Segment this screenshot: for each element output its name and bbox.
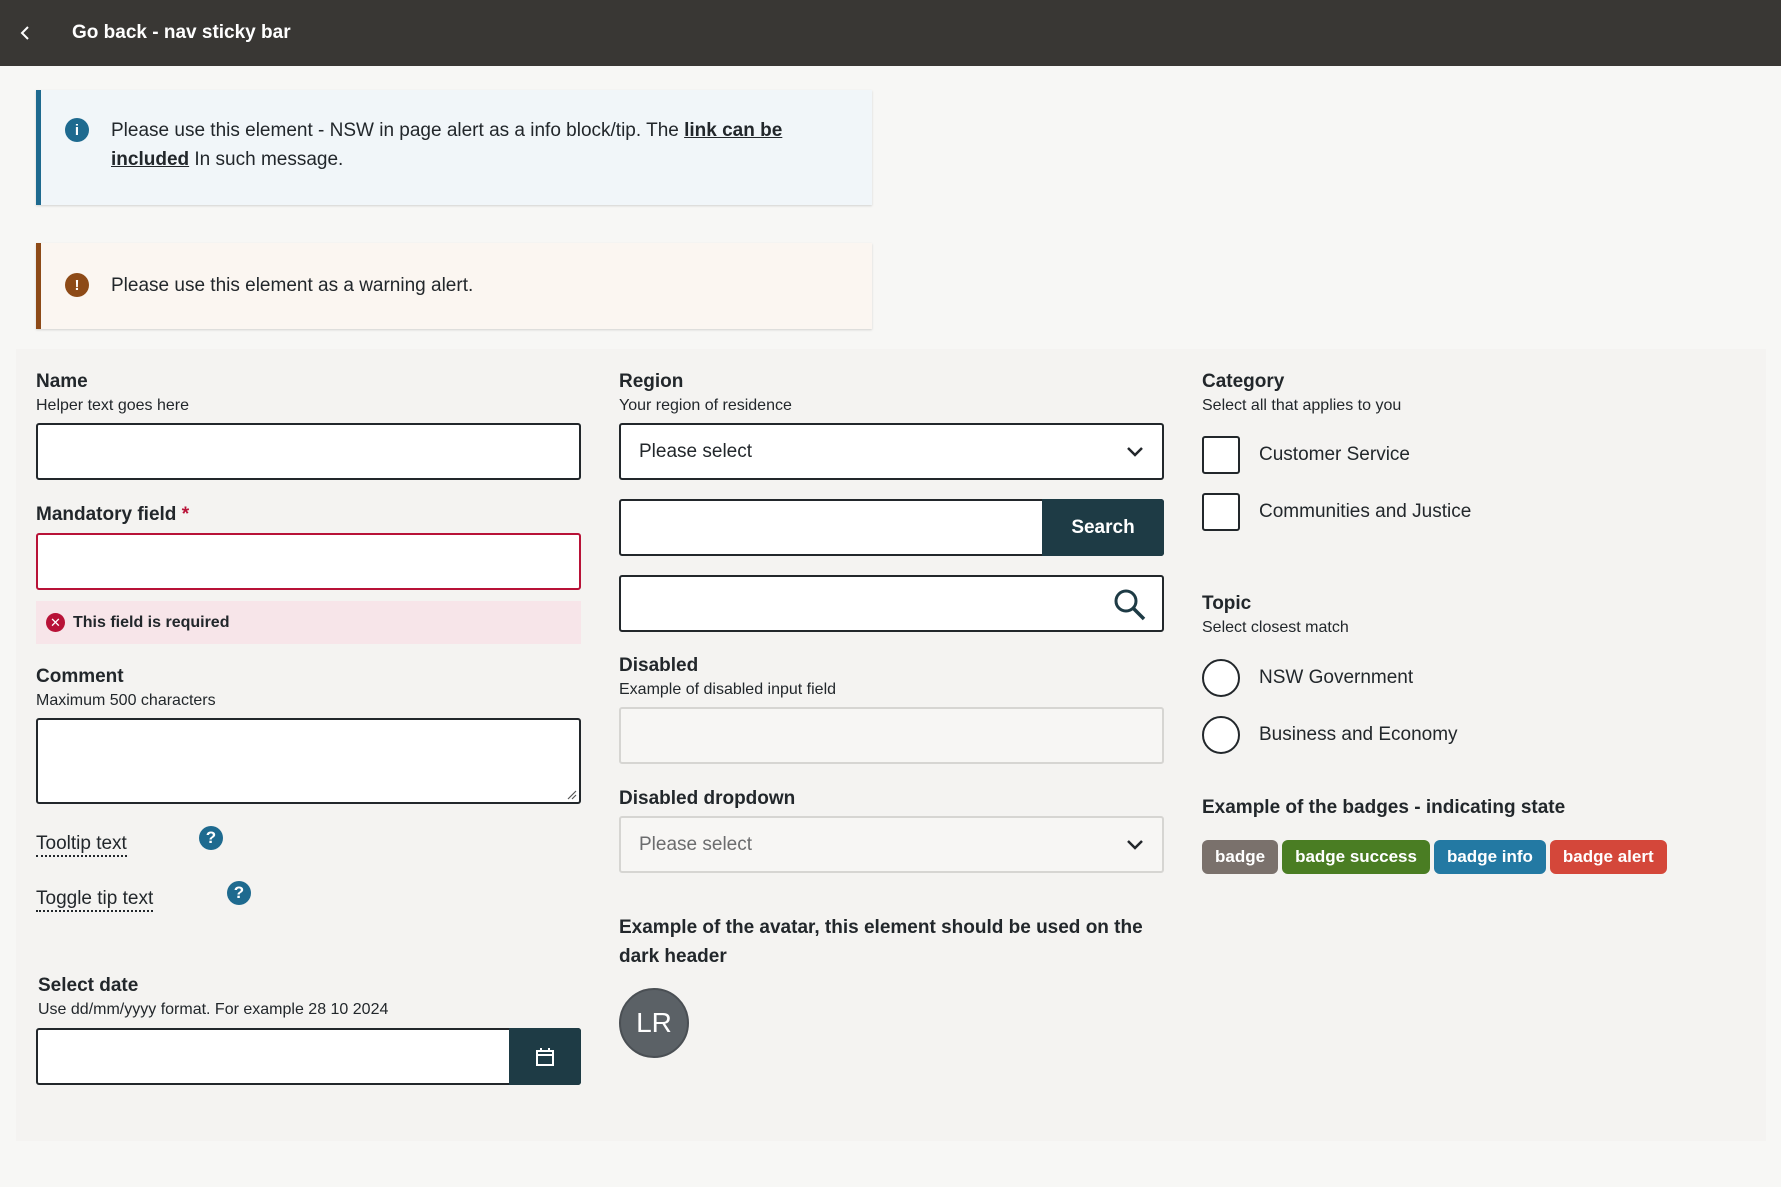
tooltip-help-icon[interactable]: ? — [199, 826, 223, 850]
chevron-down-icon — [1127, 446, 1143, 457]
topic-helper: Select closest match — [1202, 619, 1349, 636]
comment-helper: Maximum 500 characters — [36, 692, 216, 709]
back-button[interactable] — [0, 0, 50, 66]
form-column-left: Name Helper text goes here Mandatory fie… — [36, 349, 581, 1085]
search-field[interactable]: Search — [619, 499, 1164, 556]
info-alert-text: Please use this element - NSW in page al… — [111, 120, 783, 170]
category-label: Category Select all that applies to you — [1202, 371, 1402, 414]
date-helper: Use dd/mm/yyyy format. For example 28 10… — [38, 1001, 389, 1018]
badge-success: badge success — [1282, 840, 1430, 874]
info-icon: i — [65, 118, 89, 142]
topic-label: Topic Select closest match — [1202, 593, 1349, 636]
resize-handle-icon[interactable] — [565, 788, 577, 800]
error-message: ✕ This field is required — [36, 601, 581, 644]
search-button[interactable]: Search — [1042, 499, 1164, 556]
badge-info: badge info — [1433, 840, 1546, 874]
required-star: * — [181, 504, 190, 525]
calendar-icon — [536, 1047, 554, 1066]
chevron-down-icon — [1127, 839, 1143, 850]
warning-alert: ! Please use this element as a warning a… — [36, 243, 872, 329]
radio-button[interactable] — [1202, 659, 1240, 697]
avatar: LR — [619, 988, 689, 1058]
badge-alert: badge alert — [1549, 840, 1667, 874]
badge-list: badge badge success badge info badge ale… — [1202, 840, 1671, 874]
date-label: Select date Use dd/mm/yyyy format. For e… — [38, 975, 389, 1018]
disabled-helper: Example of disabled input field — [619, 681, 837, 698]
name-label: Name Helper text goes here — [36, 371, 189, 414]
disabled-label: Disabled Example of disabled input field — [619, 655, 837, 698]
mandatory-input[interactable] — [36, 533, 581, 590]
warning-icon: ! — [65, 273, 89, 297]
region-label: Region Your region of residence — [619, 371, 792, 414]
comment-textarea[interactable] — [36, 718, 581, 804]
name-input[interactable] — [36, 423, 581, 480]
comment-label: Comment Maximum 500 characters — [36, 666, 216, 709]
category-option-customer-service[interactable]: Customer Service — [1202, 436, 1410, 474]
checkbox[interactable] — [1202, 436, 1240, 474]
radio-button[interactable] — [1202, 716, 1240, 754]
calendar-button[interactable] — [509, 1028, 581, 1085]
form-panel: Name Helper text goes here Mandatory fie… — [16, 349, 1766, 1141]
search-icon[interactable] — [1112, 587, 1148, 623]
region-helper: Your region of residence — [619, 397, 792, 414]
chevron-left-icon — [20, 26, 29, 40]
topic-option-business-economy[interactable]: Business and Economy — [1202, 716, 1458, 754]
category-option-communities-justice[interactable]: Communities and Justice — [1202, 493, 1471, 531]
disabled-dropdown: Please select — [619, 816, 1164, 873]
badge: badge — [1202, 840, 1279, 874]
disabled-input — [619, 707, 1164, 764]
toggletip-text[interactable]: Toggle tip text — [36, 888, 154, 912]
checkbox[interactable] — [1202, 493, 1240, 531]
mandatory-label: Mandatory field * — [36, 504, 190, 525]
category-helper: Select all that applies to you — [1202, 397, 1402, 414]
info-alert: i Please use this element - NSW in page … — [36, 90, 872, 205]
name-helper: Helper text goes here — [36, 397, 189, 414]
nav-sticky-bar: Go back - nav sticky bar — [0, 0, 1781, 66]
date-input[interactable] — [36, 1028, 581, 1085]
page-title: Go back - nav sticky bar — [72, 22, 291, 43]
region-select[interactable]: Please select — [619, 423, 1164, 480]
topic-option-nsw-government[interactable]: NSW Government — [1202, 659, 1413, 697]
warning-alert-text: Please use this element as a warning ale… — [111, 275, 474, 296]
avatar-heading: Example of the avatar, this element shou… — [619, 917, 1143, 967]
search-input-icon[interactable] — [619, 575, 1164, 632]
toggletip-help-icon[interactable]: ? — [227, 881, 251, 905]
badges-heading: Example of the badges - indicating state — [1202, 797, 1566, 818]
error-icon: ✕ — [46, 613, 65, 632]
disabled-dropdown-label: Disabled dropdown — [619, 788, 796, 809]
tooltip-text[interactable]: Tooltip text — [36, 833, 127, 857]
